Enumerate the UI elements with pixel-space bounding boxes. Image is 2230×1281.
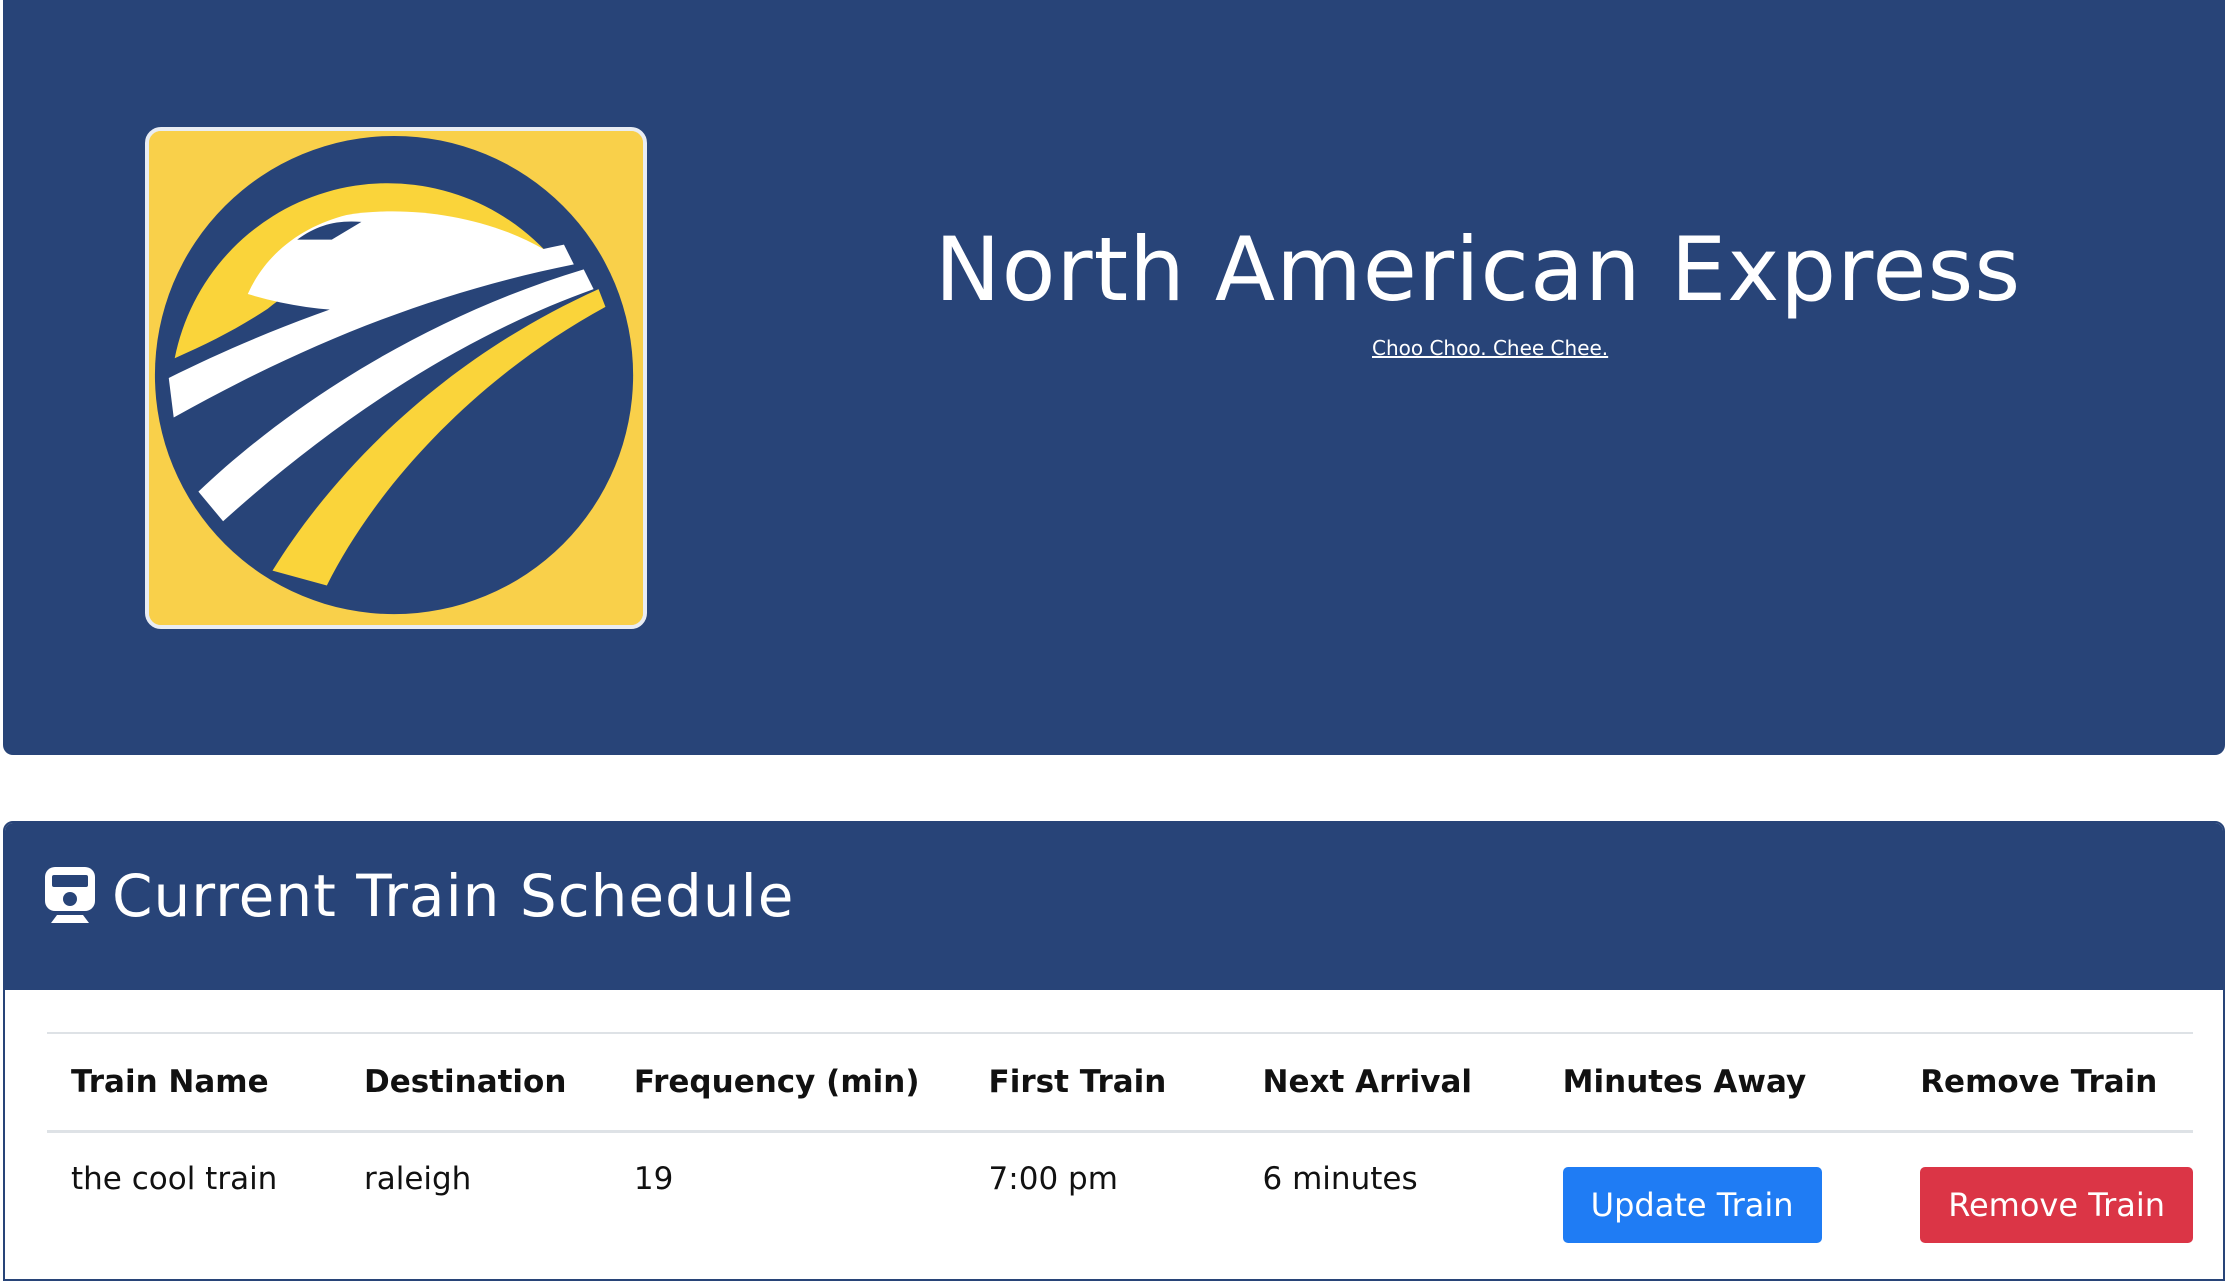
column-header-next-arrival: Next Arrival — [1239, 1033, 1539, 1132]
column-header-minutes-away: Minutes Away — [1539, 1033, 1897, 1132]
update-train-button[interactable]: Update Train — [1563, 1167, 1822, 1243]
column-header-train-name: Train Name — [47, 1033, 340, 1132]
cell-remove-action: Remove Train — [1896, 1132, 2193, 1281]
column-header-remove-train: Remove Train — [1896, 1033, 2193, 1132]
train-logo-icon — [149, 131, 643, 625]
column-header-destination: Destination — [340, 1033, 610, 1132]
column-header-frequency: Frequency (min) — [610, 1033, 965, 1132]
cell-update-action: Update Train — [1539, 1132, 1897, 1281]
company-logo — [145, 127, 647, 629]
cell-destination: raleigh — [340, 1132, 610, 1281]
table-header-row: Train Name Destination Frequency (min) F… — [47, 1033, 2193, 1132]
cell-train-name: the cool train — [47, 1132, 340, 1281]
schedule-title: Current Train Schedule — [112, 861, 794, 931]
tagline-link[interactable]: Choo Choo. Chee Chee. — [1372, 336, 1608, 360]
table-row: the cool train raleigh 19 7:00 pm 6 minu… — [47, 1132, 2193, 1281]
cell-first-train: 7:00 pm — [965, 1132, 1239, 1281]
column-header-first-train: First Train — [965, 1033, 1239, 1132]
hero-banner: North American Express Choo Choo. Chee C… — [3, 0, 2225, 755]
remove-train-button[interactable]: Remove Train — [1920, 1167, 2193, 1243]
cell-frequency: 19 — [610, 1132, 965, 1281]
train-icon — [43, 865, 97, 925]
page-title: North American Express — [793, 215, 2163, 325]
cell-next-arrival: 6 minutes — [1239, 1132, 1539, 1281]
train-schedule-table: Train Name Destination Frequency (min) F… — [47, 1032, 2193, 1281]
train-schedule-panel: Current Train Schedule Train Name Destin… — [3, 821, 2225, 1281]
schedule-header: Current Train Schedule — [5, 823, 2223, 990]
